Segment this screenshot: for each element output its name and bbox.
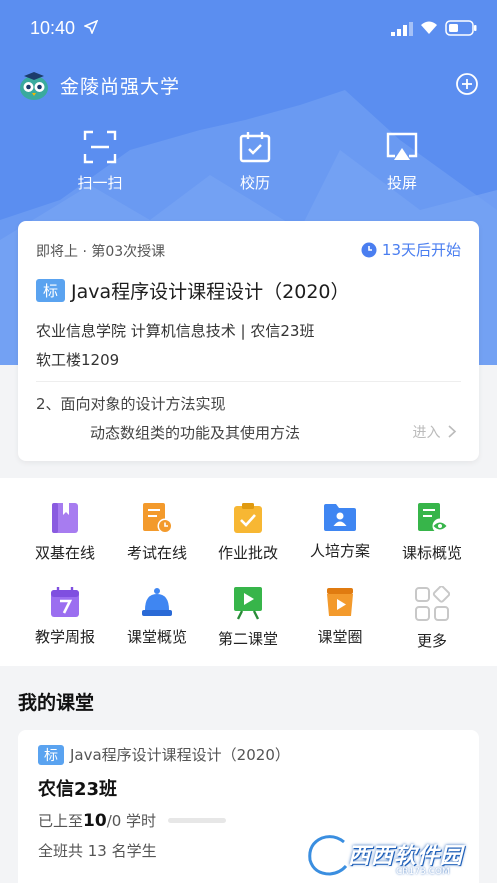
doc-eye-icon	[418, 503, 448, 534]
enter-link[interactable]: 进入	[413, 422, 457, 442]
countdown: 13天后开始	[361, 239, 461, 260]
divider	[36, 381, 461, 382]
wifi-icon	[421, 21, 437, 34]
tool-label: 第二课堂	[217, 630, 278, 648]
scan-icon	[83, 130, 117, 164]
course-title: Java程序设计课程设计（2020）	[70, 746, 290, 764]
chevron-right-icon	[448, 425, 457, 438]
countdown-text: 13天后开始	[381, 241, 461, 259]
student-count: 全班共 13 名学生	[38, 842, 157, 860]
app-header: 金陵尚强大学	[0, 62, 497, 108]
tool-exam-online[interactable]: 考试在线	[109, 502, 205, 563]
enter-label: 进入	[412, 425, 441, 441]
calendar-seven-icon	[51, 587, 79, 617]
calendar-button[interactable]: 校历	[215, 130, 295, 193]
scan-label: 扫一扫	[77, 174, 123, 192]
course-title-row: 标 Java程序设计课程设计（2020）	[38, 744, 290, 765]
folder-person-icon	[324, 504, 356, 531]
lesson-topic: 2、面向对象的设计方法实现	[36, 395, 226, 413]
progress-done: 10	[83, 810, 107, 831]
classroom: 软工楼1209	[36, 351, 120, 369]
clipboard-check-icon	[234, 503, 262, 533]
course-title: Java程序设计课程设计（2020）	[71, 281, 350, 303]
tool-label: 更多	[416, 632, 447, 650]
department-info: 农业信息学院 计算机信息技术 | 农信23班	[36, 322, 315, 340]
tool-shuangji-online[interactable]: 双基在线	[17, 502, 113, 563]
tool-label: 考试在线	[126, 544, 187, 562]
course-title-row: 标 Java程序设计课程设计（2020）	[36, 277, 350, 304]
tool-label: 课堂概览	[126, 628, 187, 646]
progress-bar	[168, 818, 227, 823]
upcoming-class-card[interactable]: 即将上 · 第03次授课 13天后开始 标 Java程序设计课程设计（2020）…	[18, 221, 479, 461]
exam-clock-icon	[143, 503, 173, 534]
tool-more[interactable]: 更多	[384, 586, 480, 651]
add-icon[interactable]	[455, 72, 479, 96]
tool-label: 课标概览	[401, 544, 462, 562]
tools-grid: 双基在线 考试在线 作业批改 人培方案 课标概览 教学周报 课堂概览 第二课堂 …	[0, 478, 497, 666]
watermark-logo-icon	[306, 833, 349, 878]
class-name: 农信23班	[38, 779, 118, 800]
tool-label: 教学周报	[34, 628, 95, 646]
battery-icon	[445, 20, 477, 36]
tool-second-classroom[interactable]: 第二课堂	[200, 586, 296, 649]
watermark-url: CR173.COM	[396, 867, 450, 877]
scan-button[interactable]: 扫一扫	[60, 130, 140, 193]
status-bar: 10:40	[0, 0, 497, 58]
cellular-signal-icon	[391, 22, 413, 36]
location-arrow-icon	[84, 20, 98, 34]
tool-classroom-overview[interactable]: 课堂概览	[109, 586, 205, 647]
watermark-text: 西西软件园	[348, 844, 464, 869]
progress-rest: /0 学时	[106, 812, 157, 830]
standard-tag: 标	[38, 744, 64, 765]
clock-icon	[361, 242, 377, 257]
progress-prefix: 已上至	[38, 812, 84, 830]
school-logo-icon	[20, 72, 48, 100]
tool-classroom-circle[interactable]: 课堂圈	[292, 586, 388, 647]
standard-tag: 标	[36, 279, 66, 302]
more-grid-icon	[415, 586, 450, 621]
tool-curriculum-overview[interactable]: 课标概览	[384, 502, 480, 563]
book-icon	[52, 503, 78, 533]
cast-screen-label: 投屏	[386, 174, 417, 192]
tool-label: 人培方案	[309, 542, 370, 560]
upcoming-status: 即将上 · 第03次授课	[36, 244, 166, 260]
cast-screen-button[interactable]: 投屏	[362, 130, 442, 193]
tool-homework-grading[interactable]: 作业批改	[200, 502, 296, 563]
school-name[interactable]: 金陵尚强大学	[60, 72, 180, 99]
progress-row: 已上至 10 /0 学时	[38, 810, 227, 831]
status-time: 10:40	[30, 18, 76, 38]
tool-label: 作业批改	[217, 544, 278, 562]
tool-label: 双基在线	[34, 544, 95, 562]
watermark: 西西软件园 CR173.COM	[300, 828, 497, 883]
play-bag-icon	[327, 588, 353, 616]
tool-training-plan[interactable]: 人培方案	[292, 502, 388, 561]
calendar-label: 校历	[239, 174, 270, 192]
play-board-icon	[234, 587, 262, 620]
tool-label: 课堂圈	[317, 628, 363, 646]
cast-screen-icon	[386, 132, 418, 160]
tool-teaching-weekly[interactable]: 教学周报	[17, 586, 113, 647]
bell-classroom-icon	[142, 588, 172, 616]
lesson-subtopic: 动态数组类的功能及其使用方法	[90, 424, 301, 442]
calendar-icon	[239, 132, 271, 163]
my-classes-title: 我的课堂	[18, 692, 95, 714]
